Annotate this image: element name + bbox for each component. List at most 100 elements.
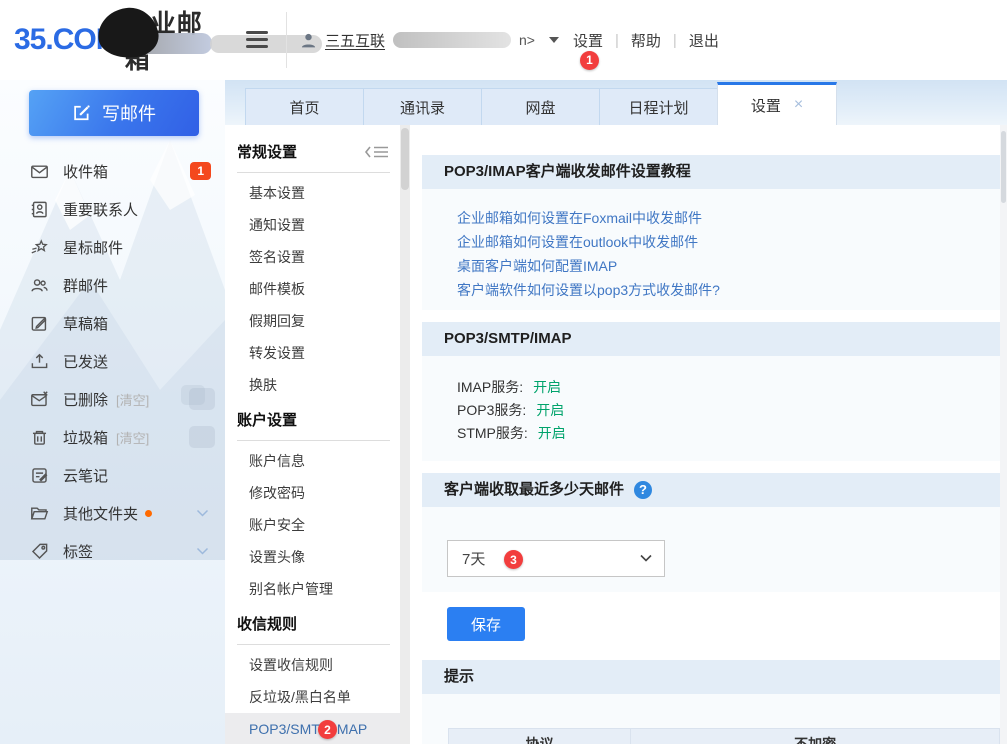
settings-link[interactable]: 设置 1: [573, 30, 603, 51]
service-row-imap: IMAP服务:开启: [457, 376, 1000, 399]
nav-item-forwarding[interactable]: 转发设置: [225, 337, 400, 369]
nav-item-change-password[interactable]: 修改密码: [225, 477, 400, 509]
days-section-header: 客户端收取最近多少天邮件 ?: [422, 473, 1000, 507]
sidebar-item-other-folders[interactable]: 其他文件夹: [0, 494, 225, 532]
star-icon: [30, 238, 49, 257]
tutorial-link-foxmail[interactable]: 企业邮箱如何设置在Foxmail中收发邮件: [457, 206, 1000, 230]
chevron-down-icon[interactable]: [196, 509, 209, 518]
trash-icon: [30, 428, 49, 447]
tutorial-link-outlook[interactable]: 企业邮箱如何设置在outlook中收发邮件: [457, 230, 1000, 254]
nav-item-notification-settings[interactable]: 通知设置: [225, 209, 400, 241]
nav-scrollbar-thumb[interactable]: [401, 128, 409, 190]
new-mail-dot-indicator: [145, 510, 152, 517]
nav-item-skin[interactable]: 换肤: [225, 369, 400, 401]
contact-card-icon: [30, 200, 49, 219]
nav-item-receiving-rules[interactable]: 设置收信规则: [225, 649, 400, 681]
nav-group-receiving-rules: 收信规则: [225, 605, 400, 642]
imap-status-value: 开启: [533, 379, 561, 395]
nav-scrollbar[interactable]: [400, 125, 410, 744]
nav-item-set-avatar[interactable]: 设置头像: [225, 541, 400, 573]
tips-panel: 协议 不加密: [422, 694, 1000, 744]
content-scrollbar[interactable]: [1000, 125, 1007, 744]
nav-item-account-security[interactable]: 账户安全: [225, 509, 400, 541]
annotation-step-1: 1: [580, 51, 599, 70]
header-divider: [286, 12, 287, 68]
user-email-redaction: [393, 32, 511, 48]
chevron-down-icon[interactable]: [196, 547, 209, 556]
tutorial-link-pop3[interactable]: 客户端软件如何设置以pop3方式收发邮件?: [457, 278, 1000, 302]
nav-item-antispam-list[interactable]: 反垃圾/黑白名单: [225, 681, 400, 713]
days-select[interactable]: 7天 3: [447, 540, 665, 577]
inbox-unread-badge: 1: [190, 162, 211, 180]
nav-item-alias-management[interactable]: 别名帐户管理: [225, 573, 400, 605]
logout-link[interactable]: 退出: [689, 30, 719, 51]
section-gap: [422, 310, 1000, 322]
top-header: 35.COM 企业邮箱 三五互联 n> 设置 1 | 帮助 |: [0, 0, 1007, 80]
nav-divider: [237, 644, 390, 645]
hamburger-menu-icon[interactable]: [246, 31, 268, 52]
tab-schedule[interactable]: 日程计划: [599, 88, 718, 125]
nav-item-signature-settings[interactable]: 签名设置: [225, 241, 400, 273]
service-row-smtp: STMP服务:开启: [457, 422, 1000, 445]
sidebar-item-starred[interactable]: 星标邮件: [0, 228, 225, 266]
help-icon[interactable]: ?: [634, 481, 652, 499]
sent-tray-icon: [30, 352, 49, 371]
pop3-status-value: 开启: [536, 402, 564, 418]
settings-workspace: 常规设置 基本设置 通知设置 签名设置 邮件模板 假期回复 转发设置 换肤 账户…: [225, 125, 1007, 744]
save-button[interactable]: 保存: [447, 607, 525, 641]
ghost-thumbnail-icon: [189, 426, 215, 448]
sidebar-item-group-mail[interactable]: 群邮件: [0, 266, 225, 304]
tips-section-header: 提示: [422, 660, 1000, 694]
close-tab-icon[interactable]: ×: [794, 97, 803, 113]
menu-separator: |: [673, 32, 677, 49]
tutorial-links-panel: 企业邮箱如何设置在Foxmail中收发邮件 企业邮箱如何设置在outlook中收…: [422, 189, 1000, 310]
tab-contacts[interactable]: 通讯录: [363, 88, 482, 125]
sidebar-item-important-contacts[interactable]: 重要联系人: [0, 190, 225, 228]
user-email-suffix: n>: [519, 32, 535, 48]
collapse-nav-icon[interactable]: [364, 145, 390, 159]
sidebar-item-tags[interactable]: 标签: [0, 532, 225, 570]
tab-settings[interactable]: 设置 ×: [717, 82, 837, 125]
user-name-link[interactable]: 三五互联: [325, 30, 385, 51]
folder-icon: [30, 504, 49, 523]
nav-group-general: 常规设置: [225, 133, 400, 170]
user-account-area: 三五互联 n> 设置 1 | 帮助 | 退出: [300, 0, 719, 80]
empty-folder-link[interactable]: [清空]: [116, 428, 149, 447]
nav-group-account: 账户设置: [225, 401, 400, 438]
help-link[interactable]: 帮助: [631, 30, 661, 51]
main-area: 首页 通讯录 网盘 日程计划 设置 × 常规设置 基本设置 通知设置: [225, 80, 1007, 744]
services-section-header: POP3/SMTP/IMAP: [422, 322, 1000, 356]
services-panel: IMAP服务:开启 POP3服务:开启 STMP服务:开启: [422, 356, 1000, 461]
sidebar-item-inbox[interactable]: 收件箱 1: [0, 152, 225, 190]
nav-item-pop3-smtp-imap[interactable]: POP3/SMTP/IMAP 2: [225, 713, 400, 744]
sidebar-item-trash[interactable]: 垃圾箱 [清空]: [0, 418, 225, 456]
logo[interactable]: 35.COM 企业邮箱: [14, 0, 226, 80]
nav-divider: [237, 172, 390, 173]
settings-content: POP3/IMAP客户端收发邮件设置教程 企业邮箱如何设置在Foxmail中收发…: [410, 125, 1000, 744]
service-row-pop3: POP3服务:开启: [457, 399, 1000, 422]
sidebar-item-deleted[interactable]: 已删除 [清空]: [0, 380, 225, 418]
settings-nav: 常规设置 基本设置 通知设置 签名设置 邮件模板 假期回复 转发设置 换肤 账户…: [225, 125, 400, 744]
tutorial-link-imap[interactable]: 桌面客户端如何配置IMAP: [457, 254, 1000, 278]
tab-home[interactable]: 首页: [245, 88, 364, 125]
select-chevron-down-icon: [640, 554, 652, 562]
sidebar-item-cloud-notes[interactable]: 云笔记: [0, 456, 225, 494]
table-header-unencrypted: 不加密: [631, 729, 1000, 744]
ghost-thumbnail-icon: [189, 388, 215, 410]
sidebar-item-drafts[interactable]: 草稿箱: [0, 304, 225, 342]
nav-divider: [237, 440, 390, 441]
group-people-icon: [30, 276, 49, 295]
note-icon: [30, 466, 49, 485]
user-icon: [300, 32, 317, 49]
compose-mail-button[interactable]: 写邮件: [29, 90, 199, 136]
nav-item-mail-templates[interactable]: 邮件模板: [225, 273, 400, 305]
sidebar-item-sent[interactable]: 已发送: [0, 342, 225, 380]
tab-netdisk[interactable]: 网盘: [481, 88, 600, 125]
empty-folder-link[interactable]: [清空]: [116, 390, 149, 409]
nav-item-basic-settings[interactable]: 基本设置: [225, 177, 400, 209]
content-scrollbar-thumb[interactable]: [1001, 131, 1006, 203]
nav-item-vacation-reply[interactable]: 假期回复: [225, 305, 400, 337]
webmail-app: 35.COM 企业邮箱 三五互联 n> 设置 1 | 帮助 |: [0, 0, 1007, 744]
nav-item-account-info[interactable]: 账户信息: [225, 445, 400, 477]
account-dropdown-caret-icon[interactable]: [549, 37, 559, 43]
